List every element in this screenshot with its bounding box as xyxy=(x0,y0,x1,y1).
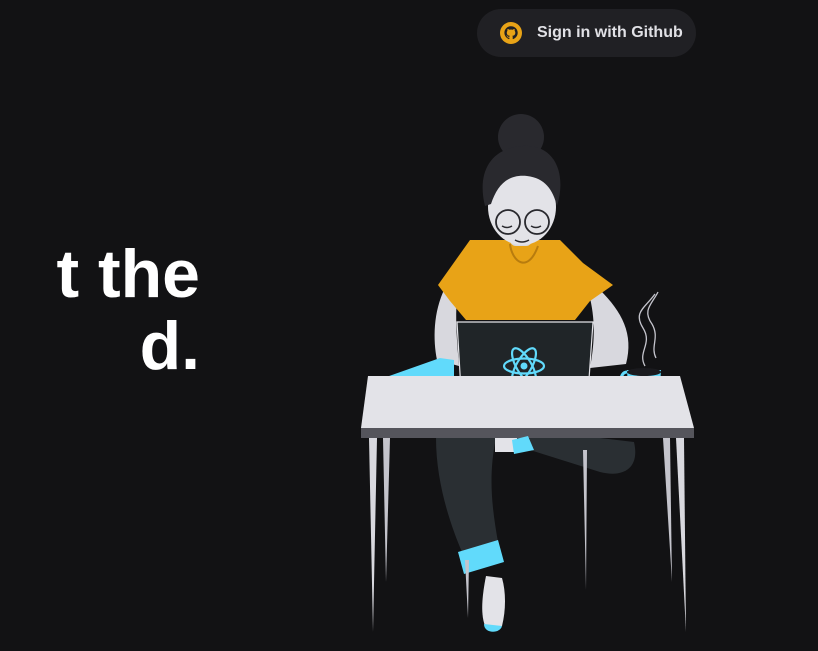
right-arm xyxy=(590,290,629,368)
desk-leg-back-left xyxy=(383,438,390,582)
sock-left xyxy=(482,576,505,628)
hero-headline: t the d. xyxy=(0,238,200,382)
coffee xyxy=(627,368,661,376)
signin-github-button[interactable]: Sign in with Github xyxy=(477,9,696,57)
github-icon xyxy=(500,22,522,44)
pants-left xyxy=(436,438,498,552)
shirt xyxy=(438,240,613,320)
headline-line-1: t the xyxy=(56,236,200,312)
desk-leg-front-right xyxy=(676,438,686,632)
headline-line-2: d. xyxy=(139,308,200,384)
desk-leg-back-right xyxy=(663,438,672,582)
desk-leg-front-left xyxy=(369,438,377,632)
steam-left xyxy=(638,293,656,367)
developer-illustration xyxy=(361,114,694,632)
signin-label: Sign in with Github xyxy=(537,24,683,41)
desk-top xyxy=(361,376,694,428)
